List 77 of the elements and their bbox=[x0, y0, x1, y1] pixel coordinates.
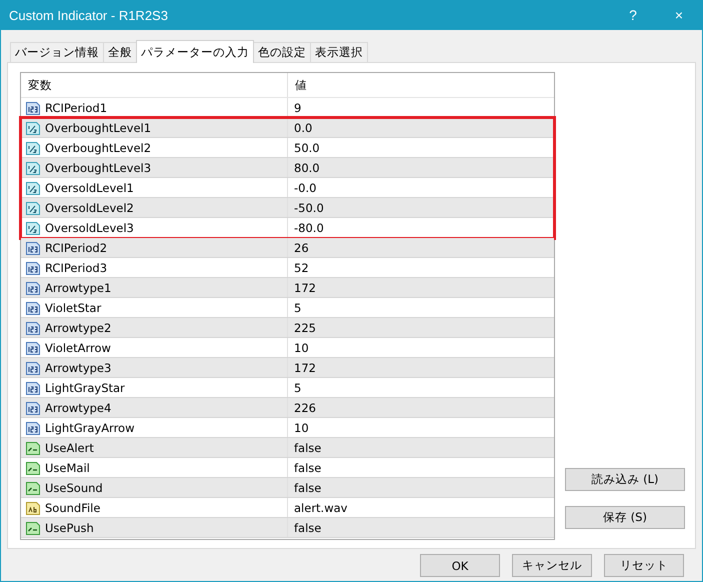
parameter-name: SoundFile bbox=[45, 500, 100, 514]
double-type-icon bbox=[25, 120, 41, 136]
parameter-name: RCIPeriod3 bbox=[45, 260, 108, 274]
parameter-name: LightGrayStar bbox=[45, 380, 125, 394]
double-type-icon bbox=[25, 200, 41, 216]
tab[interactable]: バージョン情報 bbox=[10, 42, 104, 62]
int-type-icon bbox=[25, 100, 41, 116]
parameter-name: OverboughtLevel2 bbox=[45, 140, 152, 154]
parameter-name: OversoldLevel3 bbox=[45, 220, 134, 234]
parameter-value: 172 bbox=[294, 360, 316, 374]
parameter-value: 52 bbox=[294, 260, 309, 274]
side-button[interactable]: 読み込み (L) bbox=[565, 468, 685, 491]
tab[interactable]: パラメーターの入力 bbox=[136, 40, 254, 63]
parameter-name: Arrowtype1 bbox=[45, 280, 112, 294]
parameter-name: RCIPeriod2 bbox=[45, 240, 108, 254]
double-type-icon bbox=[25, 140, 41, 156]
int-type-icon bbox=[25, 340, 41, 356]
parameter-name: Arrowtype3 bbox=[45, 360, 112, 374]
dialog-button[interactable]: OK bbox=[420, 554, 500, 577]
parameter-value: false bbox=[294, 440, 322, 454]
parameter-name: LightGrayArrow bbox=[45, 420, 135, 434]
parameter-name: OverboughtLevel1 bbox=[45, 120, 152, 134]
parameter-name: RCIPeriod1 bbox=[45, 100, 108, 114]
parameter-value: 10 bbox=[294, 340, 309, 354]
parameter-value: 26 bbox=[294, 240, 309, 254]
parameter-name: OverboughtLevel3 bbox=[45, 160, 152, 174]
double-type-icon bbox=[25, 220, 41, 236]
parameter-value: 5 bbox=[294, 300, 302, 314]
string-type-icon bbox=[25, 500, 41, 516]
bool-type-icon bbox=[25, 520, 41, 536]
int-type-icon bbox=[25, 380, 41, 396]
int-type-icon bbox=[25, 280, 41, 296]
dialog-button[interactable]: キャンセル bbox=[512, 554, 592, 577]
parameter-value: 0.0 bbox=[294, 120, 312, 134]
parameter-name: VioletStar bbox=[45, 300, 102, 314]
int-type-icon bbox=[25, 260, 41, 276]
parameter-value: 50.0 bbox=[294, 140, 320, 154]
parameter-value: false bbox=[294, 460, 322, 474]
parameter-name: UseSound bbox=[45, 480, 103, 494]
parameter-value: false bbox=[294, 520, 322, 534]
int-type-icon bbox=[25, 320, 41, 336]
side-button[interactable]: 保存 (S) bbox=[565, 506, 685, 529]
int-type-icon bbox=[25, 300, 41, 316]
parameter-value: -80.0 bbox=[294, 220, 324, 234]
window-title: Custom Indicator - R1R2S3 bbox=[9, 8, 168, 22]
parameter-name: Arrowtype4 bbox=[45, 400, 112, 414]
parameter-value: 225 bbox=[294, 320, 316, 334]
parameter-value: alert.wav bbox=[294, 500, 348, 514]
bool-type-icon bbox=[25, 440, 41, 456]
parameter-name: UsePush bbox=[45, 520, 94, 534]
parameter-value: -50.0 bbox=[294, 200, 324, 214]
int-type-icon bbox=[25, 360, 41, 376]
dialog-button[interactable]: リセット bbox=[604, 554, 684, 577]
parameter-name: OversoldLevel2 bbox=[45, 200, 134, 214]
int-type-icon bbox=[25, 240, 41, 256]
bool-type-icon bbox=[25, 480, 41, 496]
parameter-value: 172 bbox=[294, 280, 316, 294]
parameter-value: false bbox=[294, 480, 322, 494]
parameter-value: 10 bbox=[294, 420, 309, 434]
parameter-value: 5 bbox=[294, 380, 302, 394]
parameter-value: 226 bbox=[294, 400, 316, 414]
parameter-name: VioletArrow bbox=[45, 340, 111, 354]
tab[interactable]: 表示選択 bbox=[310, 42, 368, 62]
column-header: 値 bbox=[294, 76, 308, 94]
bool-type-icon bbox=[25, 460, 41, 476]
parameter-name: UseMail bbox=[45, 460, 90, 474]
double-type-icon bbox=[25, 180, 41, 196]
parameter-value: 9 bbox=[294, 100, 302, 114]
parameter-name: OversoldLevel1 bbox=[45, 180, 134, 194]
parameter-name: UseAlert bbox=[45, 440, 94, 454]
parameter-value: 80.0 bbox=[294, 160, 320, 174]
parameter-value: -0.0 bbox=[294, 180, 316, 194]
int-type-icon bbox=[25, 420, 41, 436]
column-header: 変数 bbox=[21, 73, 288, 97]
parameter-name: Arrowtype2 bbox=[45, 320, 112, 334]
int-type-icon bbox=[25, 400, 41, 416]
double-type-icon bbox=[25, 160, 41, 176]
